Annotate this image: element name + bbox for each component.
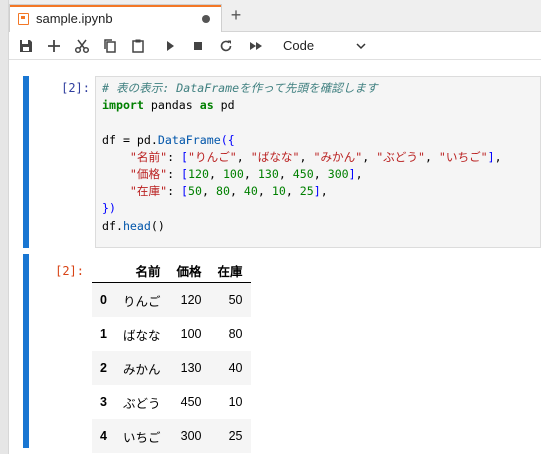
active-cell-indicator xyxy=(23,76,29,248)
code-line: import pandas as pd xyxy=(102,98,235,113)
table-cell: ばなな xyxy=(122,328,161,343)
code-line: # 表の表示: DataFrameを作って先頭を確認します xyxy=(102,81,378,95)
table-cell: みかん xyxy=(122,362,161,377)
dataframe-table: 名前 価格 在庫 0 りんご 120 50 1 ばなな 100 80 2 みかん… xyxy=(92,258,251,453)
code-editor[interactable]: # 表の表示: DataFrameを作って先頭を確認します import pan… xyxy=(95,76,541,248)
table-cell: 120 xyxy=(180,293,202,307)
stop-icon[interactable] xyxy=(189,37,207,55)
input-prompt: [2]: xyxy=(61,81,90,95)
code-line: "名前": ["りんご", "ばなな", "みかん", "ぶどう", "いちご"… xyxy=(129,149,502,164)
row-index: 1 xyxy=(100,327,107,341)
code-line: df.head() xyxy=(102,218,165,233)
paste-icon[interactable] xyxy=(129,37,147,55)
row-index: 0 xyxy=(100,293,107,307)
code-content: # 表の表示: DataFrameを作って先頭を確認します import pan… xyxy=(102,80,502,235)
table-cell: 25 xyxy=(228,429,243,443)
save-icon[interactable] xyxy=(17,37,35,55)
code-line: df = pd.DataFrame({ xyxy=(102,132,235,147)
left-sidebar xyxy=(0,0,9,454)
table-cell: りんご xyxy=(122,294,161,309)
table-row: 0 りんご 120 50 xyxy=(92,282,251,317)
table-header-row: 名前 価格 在庫 xyxy=(92,258,251,283)
copy-icon[interactable] xyxy=(101,37,119,55)
table-cell: 50 xyxy=(228,293,243,307)
table-cell: ぶどう xyxy=(122,396,161,411)
column-header: 在庫 xyxy=(209,258,251,283)
notebook-icon xyxy=(18,13,29,25)
table-cell: いちご xyxy=(122,430,161,445)
table-cell: 10 xyxy=(228,395,243,409)
tab-active-indicator xyxy=(10,5,221,7)
table-cell: 450 xyxy=(180,395,202,409)
table-row: 2 みかん 130 40 xyxy=(92,351,251,385)
add-cell-icon[interactable] xyxy=(45,37,63,55)
notebook-toolbar: Code xyxy=(9,32,541,60)
unsaved-dot-icon[interactable] xyxy=(202,15,210,23)
tab-label: sample.ipynb xyxy=(36,11,113,26)
run-icon[interactable] xyxy=(161,37,179,55)
column-header: 名前 xyxy=(114,258,169,283)
table-row: 1 ばなな 100 80 xyxy=(92,317,251,351)
table-row: 4 いちご 300 25 xyxy=(92,419,251,453)
tab-bar: sample.ipynb + xyxy=(9,0,541,32)
index-header xyxy=(92,258,115,283)
output-cell-indicator xyxy=(23,254,29,448)
column-header: 価格 xyxy=(168,258,210,283)
code-line: }) xyxy=(102,201,116,216)
output-prompt: [2]: xyxy=(55,264,84,278)
notebook-window: sample.ipynb + Code [2]: # 表の表示: DataFra… xyxy=(0,0,541,454)
code-line: "在庫": [50, 80, 40, 10, 25], xyxy=(129,184,328,199)
table-cell: 300 xyxy=(180,429,202,443)
row-index: 2 xyxy=(100,361,107,375)
cut-icon[interactable] xyxy=(73,37,91,55)
table-cell: 130 xyxy=(180,361,202,375)
row-index: 3 xyxy=(100,395,107,409)
table-cell: 100 xyxy=(180,327,202,341)
code-line: "価格": [120, 100, 130, 450, 300], xyxy=(129,167,363,182)
table-row: 3 ぶどう 450 10 xyxy=(92,385,251,419)
row-index: 4 xyxy=(100,429,107,443)
new-tab-button[interactable]: + xyxy=(225,4,247,28)
restart-icon[interactable] xyxy=(217,37,235,55)
cell-type-dropdown[interactable]: Code xyxy=(281,36,373,56)
table-cell: 40 xyxy=(228,361,243,375)
fast-forward-icon[interactable] xyxy=(247,37,265,55)
tab-sample-ipynb[interactable]: sample.ipynb xyxy=(9,4,222,32)
chevron-down-icon xyxy=(355,39,367,57)
table-cell: 80 xyxy=(228,327,243,341)
cell-type-value: Code xyxy=(283,38,315,53)
